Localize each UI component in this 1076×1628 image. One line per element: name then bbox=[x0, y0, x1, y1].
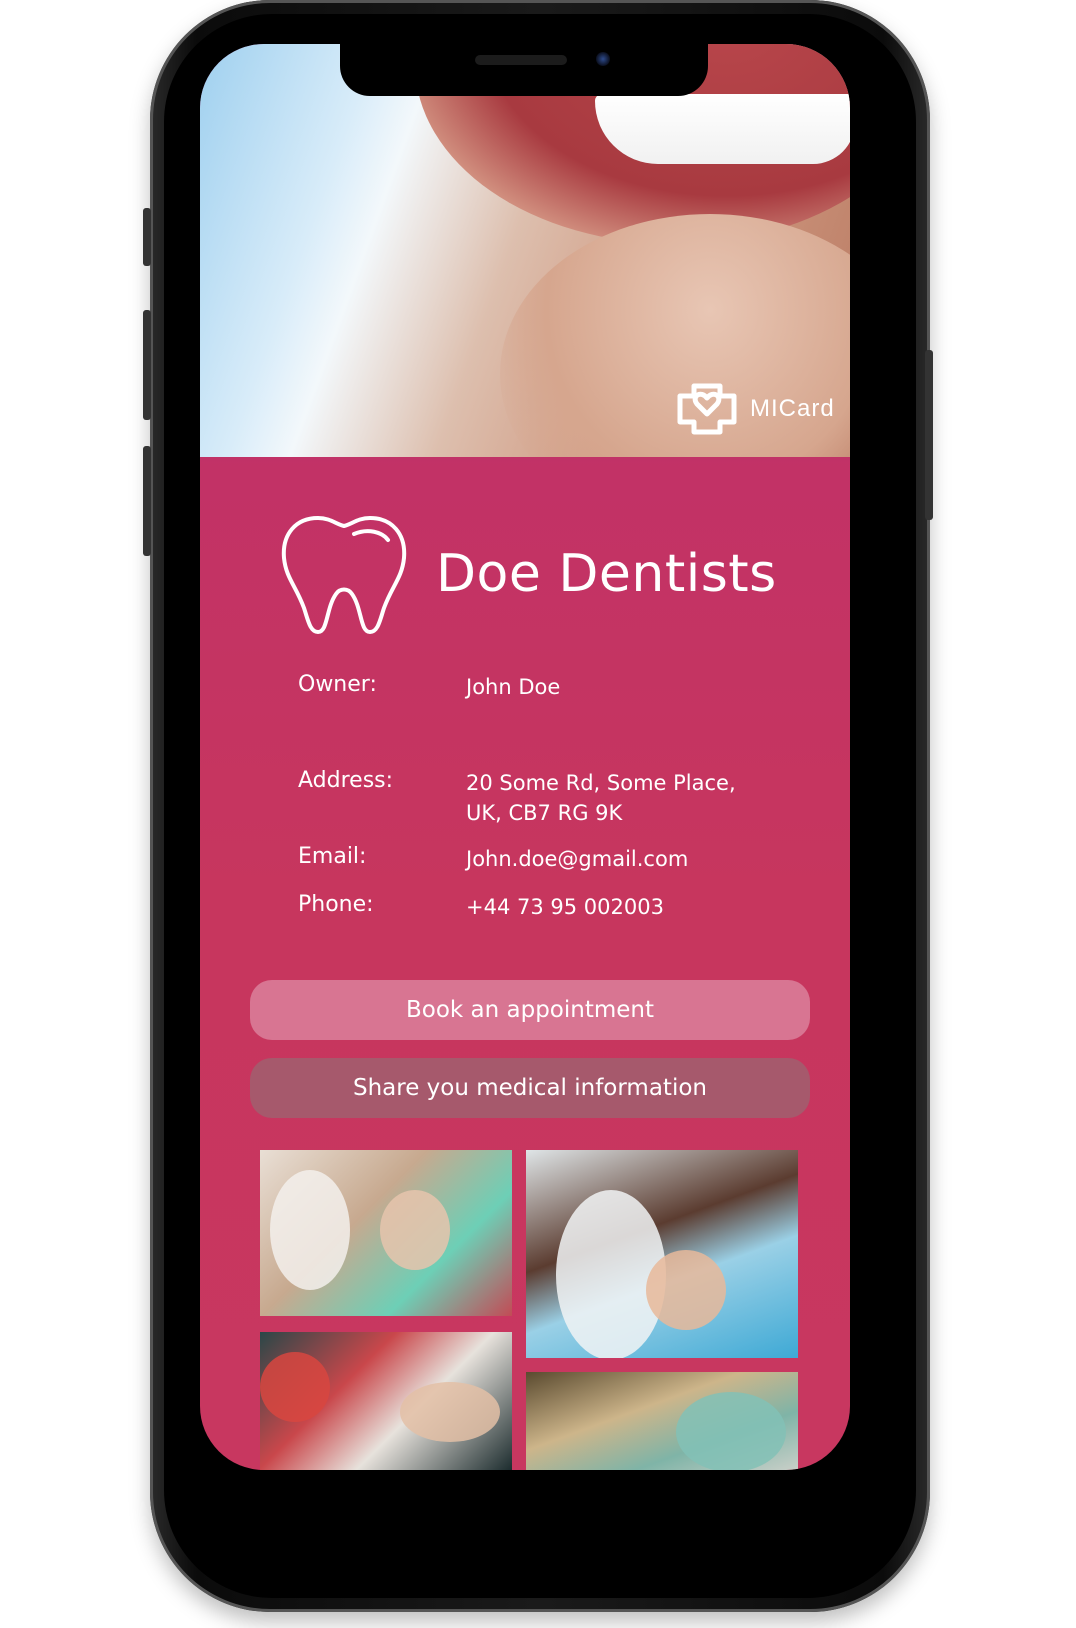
owner-row: Owner: John Doe bbox=[298, 672, 560, 702]
power-button bbox=[925, 350, 933, 520]
micard-logo-icon bbox=[677, 383, 737, 435]
tooth-icon bbox=[281, 515, 407, 635]
address-value[interactable]: 20 Some Rd, Some Place, UK, CB7 RG 9K bbox=[466, 768, 736, 828]
front-camera bbox=[596, 52, 610, 66]
address-line-2: UK, CB7 RG 9K bbox=[466, 801, 623, 825]
address-label: Address: bbox=[298, 768, 394, 793]
address-row: Address: 20 Some Rd, Some Place, UK, CB7… bbox=[298, 768, 736, 828]
photo-detail bbox=[646, 1250, 726, 1330]
photo-detail bbox=[676, 1392, 786, 1470]
hero-image: MICard bbox=[200, 44, 850, 457]
owner-label: Owner: bbox=[298, 672, 377, 697]
practice-name: Doe Dentists bbox=[436, 544, 777, 604]
phone-row: Phone: +44 73 95 002003 bbox=[298, 892, 664, 922]
photo-detail bbox=[270, 1170, 350, 1290]
book-appointment-button[interactable]: Book an appointment bbox=[250, 980, 810, 1040]
photo-detail bbox=[400, 1382, 500, 1442]
volume-down-button bbox=[143, 446, 151, 556]
address-line-1: 20 Some Rd, Some Place, bbox=[466, 771, 736, 795]
micard-label: MICard bbox=[750, 395, 835, 422]
share-medical-info-button[interactable]: Share you medical information bbox=[250, 1058, 810, 1118]
photo-detail bbox=[260, 1352, 330, 1422]
micard-badge: MICard bbox=[676, 382, 835, 436]
phone-label: Phone: bbox=[298, 892, 374, 917]
email-label: Email: bbox=[298, 844, 367, 869]
mute-switch bbox=[143, 208, 151, 266]
phone-speaker bbox=[475, 55, 567, 65]
gallery-photo-child-checkup[interactable] bbox=[526, 1150, 798, 1358]
practice-header: Doe Dentists bbox=[278, 512, 777, 636]
photo-detail bbox=[380, 1190, 450, 1270]
gallery-photo-surgery-room[interactable] bbox=[526, 1372, 798, 1470]
phone-link[interactable]: +44 73 95 002003 bbox=[466, 892, 664, 922]
email-row: Email: John.doe@gmail.com bbox=[298, 844, 688, 874]
volume-up-button bbox=[143, 310, 151, 420]
email-link[interactable]: John.doe@gmail.com bbox=[466, 844, 688, 874]
phone-notch bbox=[340, 40, 708, 96]
hero-teeth bbox=[595, 94, 850, 164]
gallery-photo-dentist-patient[interactable] bbox=[260, 1150, 512, 1316]
gallery-photo-teeth-whitening[interactable] bbox=[260, 1332, 512, 1470]
owner-value: John Doe bbox=[466, 675, 561, 699]
phone-screen: MICard Doe Dentists Owner: John Doe Addr… bbox=[200, 44, 850, 1470]
